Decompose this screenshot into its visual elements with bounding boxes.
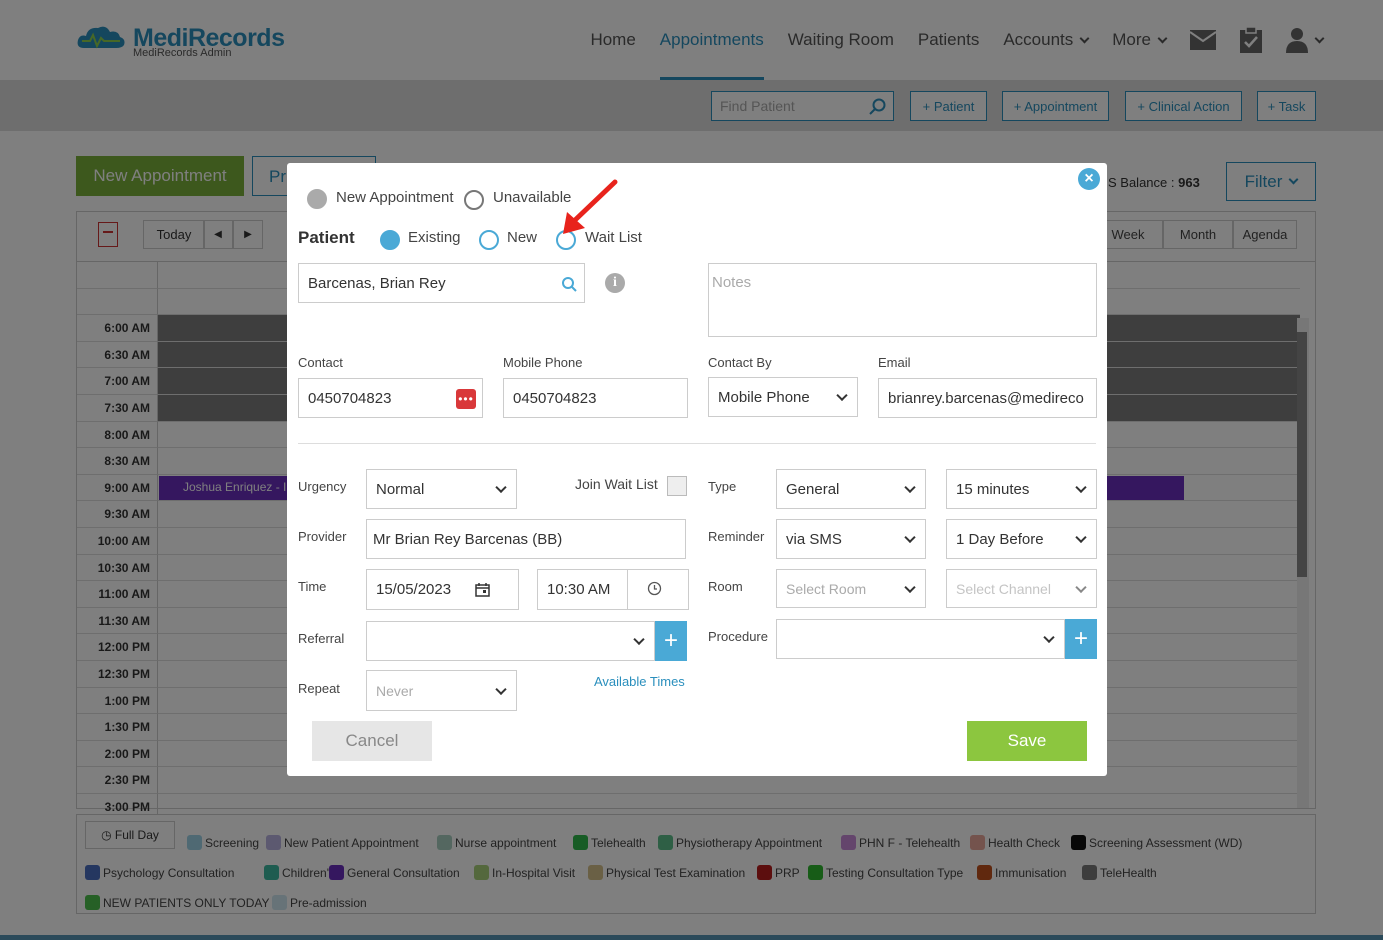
divider	[298, 443, 1096, 444]
chevron-down-icon	[904, 531, 916, 544]
procedure-label: Procedure	[708, 629, 768, 644]
chevron-down-icon	[1075, 581, 1087, 593]
duration-select[interactable]: 15 minutes	[946, 469, 1097, 509]
type-value: General	[786, 480, 840, 498]
contact-options-icon[interactable]: •••	[456, 389, 476, 409]
mobile-phone-label: Mobile Phone	[503, 355, 583, 370]
available-times-link[interactable]: Available Times	[594, 674, 685, 689]
radio-existing-label: Existing	[408, 229, 461, 246]
reminder-label: Reminder	[708, 529, 765, 544]
type-select[interactable]: General	[776, 469, 926, 509]
chevron-down-icon	[836, 389, 848, 402]
contact-by-value: Mobile Phone	[718, 388, 810, 406]
join-wait-list-label: Join Wait List	[575, 476, 658, 492]
search-icon[interactable]	[561, 276, 578, 293]
bottom-strip	[0, 935, 1383, 940]
reminder-select[interactable]: via SMS	[776, 519, 926, 559]
contact-by-label: Contact By	[708, 355, 772, 370]
add-referral-button[interactable]: +	[655, 621, 687, 661]
duration-value: 15 minutes	[956, 480, 1030, 498]
date-value: 15/05/2023	[376, 581, 452, 598]
contact-field[interactable]: 0450704823 •••	[298, 378, 483, 418]
channel-select[interactable]: Select Channel	[946, 569, 1097, 608]
repeat-value: Never	[376, 682, 414, 699]
radio-new-label: New	[507, 229, 538, 246]
divider	[627, 570, 628, 609]
provider-value: Mr Brian Rey Barcenas (BB)	[373, 530, 563, 548]
radio-existing[interactable]	[380, 230, 400, 250]
referral-select[interactable]	[366, 621, 655, 661]
cancel-button[interactable]: Cancel	[312, 721, 432, 761]
patient-section-label: Patient	[298, 228, 355, 247]
email-field[interactable]: brianrey.barcenas@medireco	[878, 378, 1097, 418]
notes-placeholder: Notes	[712, 274, 752, 291]
procedure-select[interactable]	[776, 619, 1065, 659]
room-placeholder: Select Room	[786, 580, 867, 597]
urgency-value: Normal	[376, 480, 425, 498]
add-procedure-button[interactable]: +	[1065, 619, 1097, 659]
time-field[interactable]: 10:30 AM	[537, 569, 689, 610]
repeat-select[interactable]: Never	[366, 670, 517, 711]
reminder-value: via SMS	[786, 530, 842, 548]
mobile-phone-field[interactable]: 0450704823	[503, 378, 688, 418]
referral-label: Referral	[298, 631, 345, 646]
chevron-down-icon	[904, 581, 916, 593]
chevron-down-icon	[495, 683, 507, 695]
save-button[interactable]: Save	[967, 721, 1087, 761]
close-icon[interactable]: ×	[1078, 168, 1100, 190]
email-label: Email	[878, 355, 911, 370]
radio-new-appointment[interactable]	[307, 189, 327, 209]
notes-textarea[interactable]: Notes	[708, 263, 1097, 337]
reminder-when-select[interactable]: 1 Day Before	[946, 519, 1097, 559]
patient-value: Barcenas, Brian Rey	[308, 274, 446, 292]
contact-value: 0450704823	[308, 389, 392, 407]
channel-placeholder: Select Channel	[956, 580, 1051, 597]
room-label: Room	[708, 579, 743, 594]
time-label: Time	[298, 579, 327, 594]
patient-search-field[interactable]: Barcenas, Brian Rey	[298, 263, 585, 303]
email-value: brianrey.barcenas@medireco	[888, 389, 1084, 407]
urgency-select[interactable]: Normal	[366, 469, 517, 509]
chevron-down-icon	[495, 481, 507, 494]
type-label: Type	[708, 479, 737, 494]
time-value: 10:30 AM	[547, 581, 611, 598]
radio-new-appointment-label: New Appointment	[336, 189, 454, 206]
info-icon[interactable]: i	[605, 273, 625, 293]
chevron-down-icon	[1043, 631, 1055, 644]
join-wait-list-checkbox[interactable]	[667, 476, 687, 496]
repeat-label: Repeat	[298, 681, 340, 696]
urgency-label: Urgency	[298, 479, 347, 494]
reminder-when-value: 1 Day Before	[956, 530, 1044, 548]
chevron-down-icon	[633, 633, 645, 646]
contact-by-select[interactable]: Mobile Phone	[708, 377, 858, 417]
calendar-icon[interactable]	[475, 582, 490, 597]
chevron-down-icon	[904, 481, 916, 494]
date-field[interactable]: 15/05/2023	[366, 569, 519, 610]
mobile-phone-value: 0450704823	[513, 389, 597, 407]
radio-new[interactable]	[479, 230, 499, 250]
chevron-down-icon	[1075, 481, 1087, 494]
annotation-arrow-icon	[563, 179, 618, 234]
contact-label: Contact	[298, 355, 343, 370]
chevron-down-icon	[1075, 531, 1087, 544]
provider-field[interactable]: Mr Brian Rey Barcenas (BB)	[366, 519, 686, 559]
provider-label: Provider	[298, 529, 347, 544]
clock-icon[interactable]	[647, 581, 662, 596]
room-select[interactable]: Select Room	[776, 569, 926, 608]
radio-unavailable[interactable]	[464, 190, 484, 210]
new-appointment-modal: × New Appointment Unavailable Patient Ex…	[287, 163, 1107, 776]
